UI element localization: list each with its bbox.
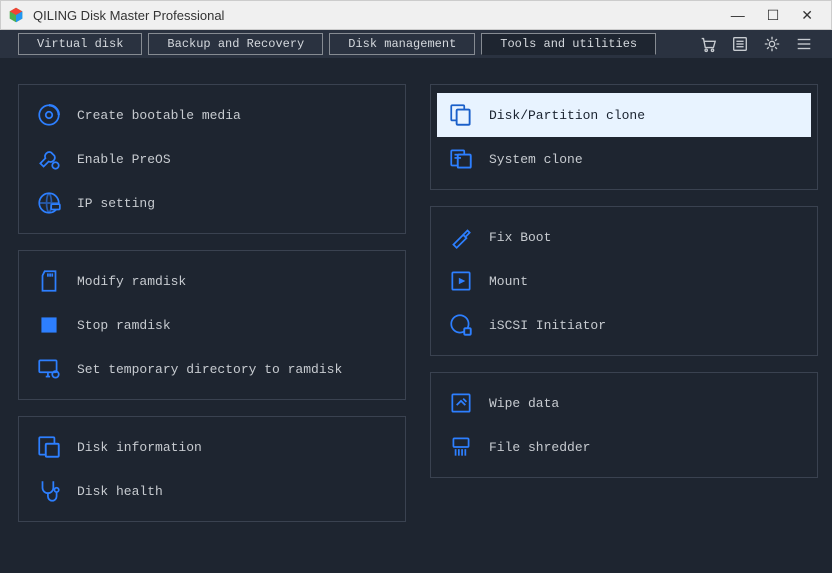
item-create-bootable-media[interactable]: Create bootable media — [25, 93, 399, 137]
item-label: iSCSI Initiator — [489, 318, 606, 333]
item-label: File shredder — [489, 440, 590, 455]
item-ip-setting[interactable]: IP setting — [25, 181, 399, 225]
titlebar: QILING Disk Master Professional — ☐ ✕ — [0, 0, 832, 30]
item-wipe-data[interactable]: Wipe data — [437, 381, 811, 425]
network-icon — [35, 189, 63, 217]
item-iscsi-initiator[interactable]: iSCSI Initiator — [437, 303, 811, 347]
shredder-icon — [447, 433, 475, 461]
item-label: Enable PreOS — [77, 152, 171, 167]
group-wipe: Wipe data File shredder — [430, 372, 818, 478]
eraser-icon — [447, 389, 475, 417]
group-ramdisk: Modify ramdisk Stop ramdisk Set temporar… — [18, 250, 406, 400]
maximize-button[interactable]: ☐ — [767, 7, 780, 24]
item-stop-ramdisk[interactable]: Stop ramdisk — [25, 303, 399, 347]
screwdriver-icon — [447, 223, 475, 251]
gear-icon[interactable] — [762, 34, 782, 54]
item-enable-preos[interactable]: Enable PreOS — [25, 137, 399, 181]
clone-icon — [447, 101, 475, 129]
left-column: Create bootable media Enable PreOS IP se… — [18, 84, 406, 553]
tab-disk-management[interactable]: Disk management — [329, 33, 475, 55]
play-square-icon — [447, 267, 475, 295]
item-disk-health[interactable]: Disk health — [25, 469, 399, 513]
list-icon[interactable] — [730, 34, 750, 54]
item-label: System clone — [489, 152, 583, 167]
group-bootable: Create bootable media Enable PreOS IP se… — [18, 84, 406, 234]
content: Create bootable media Enable PreOS IP se… — [0, 58, 832, 573]
sd-card-icon — [35, 267, 63, 295]
item-label: Disk health — [77, 484, 163, 499]
system-clone-icon — [447, 145, 475, 173]
disc-icon — [35, 101, 63, 129]
disk-info-icon — [35, 433, 63, 461]
item-label: Wipe data — [489, 396, 559, 411]
item-modify-ramdisk[interactable]: Modify ramdisk — [25, 259, 399, 303]
item-label: Set temporary directory to ramdisk — [77, 362, 342, 377]
wrench-gear-icon — [35, 145, 63, 173]
right-column: Disk/Partition clone System clone Fix Bo… — [430, 84, 818, 553]
minimize-button[interactable]: — — [731, 7, 745, 24]
stethoscope-icon — [35, 477, 63, 505]
item-label: IP setting — [77, 196, 155, 211]
menu-icon[interactable] — [794, 34, 814, 54]
cart-icon[interactable] — [698, 34, 718, 54]
item-label: Mount — [489, 274, 528, 289]
item-file-shredder[interactable]: File shredder — [437, 425, 811, 469]
tab-backup-recovery[interactable]: Backup and Recovery — [148, 33, 323, 55]
close-button[interactable]: ✕ — [801, 7, 813, 24]
group-boot-mount: Fix Boot Mount iSCSI Initiator — [430, 206, 818, 356]
item-disk-partition-clone[interactable]: Disk/Partition clone — [437, 93, 811, 137]
tab-tools-utilities[interactable]: Tools and utilities — [481, 33, 656, 55]
app-title: QILING Disk Master Professional — [33, 8, 731, 23]
item-system-clone[interactable]: System clone — [437, 137, 811, 181]
tab-virtual-disk[interactable]: Virtual disk — [18, 33, 142, 55]
item-disk-information[interactable]: Disk information — [25, 425, 399, 469]
item-mount[interactable]: Mount — [437, 259, 811, 303]
iscsi-icon — [447, 311, 475, 339]
item-label: Create bootable media — [77, 108, 241, 123]
group-clone: Disk/Partition clone System clone — [430, 84, 818, 190]
item-label: Disk information — [77, 440, 202, 455]
stop-icon — [35, 311, 63, 339]
item-label: Modify ramdisk — [77, 274, 186, 289]
monitor-gear-icon — [35, 355, 63, 383]
app-logo-icon — [7, 6, 25, 24]
group-disk-info: Disk information Disk health — [18, 416, 406, 522]
tabbar: Virtual disk Backup and Recovery Disk ma… — [0, 30, 832, 58]
item-label: Fix Boot — [489, 230, 551, 245]
item-fix-boot[interactable]: Fix Boot — [437, 215, 811, 259]
item-label: Disk/Partition clone — [489, 108, 645, 123]
item-label: Stop ramdisk — [77, 318, 171, 333]
item-set-temp-dir[interactable]: Set temporary directory to ramdisk — [25, 347, 399, 391]
